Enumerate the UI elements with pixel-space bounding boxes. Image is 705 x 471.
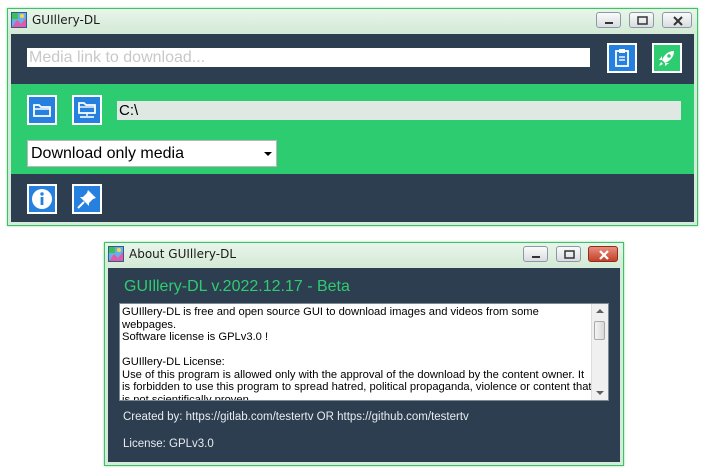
- about-titlebar[interactable]: About GUIllery-DL: [105, 243, 623, 267]
- folder-network-icon: [78, 102, 96, 118]
- url-input[interactable]: [27, 48, 590, 67]
- clipboard-icon: [615, 49, 629, 67]
- about-content: GUIllery-DL v.2022.12.17 - Beta GUIllery…: [108, 268, 620, 462]
- pin-button[interactable]: [72, 184, 102, 214]
- options-panel: C:\ Download only media: [11, 84, 694, 174]
- info-button[interactable]: [27, 184, 57, 214]
- about-minimize-button[interactable]: [523, 246, 548, 262]
- about-window: About GUIllery-DL GUIllery-DL v.2022.12.…: [104, 242, 624, 466]
- paste-button[interactable]: [607, 43, 637, 73]
- about-heading: GUIllery-DL v.2022.12.17 - Beta: [124, 278, 350, 295]
- url-bar-panel: [11, 34, 694, 84]
- download-path-field[interactable]: C:\: [117, 101, 681, 120]
- main-titlebar[interactable]: GUIllery-DL: [8, 9, 697, 33]
- about-close-button[interactable]: [588, 246, 618, 262]
- download-mode-value: Download only media: [31, 145, 184, 162]
- close-icon: [599, 250, 609, 260]
- app-icon: [11, 12, 27, 28]
- close-button[interactable]: [662, 12, 692, 28]
- maximize-button[interactable]: [629, 12, 654, 28]
- folder-open-icon: [33, 104, 51, 117]
- download-button[interactable]: [652, 43, 682, 73]
- about-textbox[interactable]: GUIllery-DL is free and open source GUI …: [119, 303, 609, 401]
- scroll-thumb[interactable]: [594, 321, 605, 340]
- minimize-button[interactable]: [596, 12, 621, 28]
- about-maximize-button[interactable]: [556, 246, 581, 262]
- scroll-down-icon[interactable]: [596, 391, 604, 395]
- scroll-up-icon[interactable]: [596, 309, 604, 313]
- download-mode-select[interactable]: Download only media: [27, 140, 277, 167]
- choose-folder-button[interactable]: [72, 95, 102, 125]
- app-icon: [108, 246, 124, 262]
- open-folder-button[interactable]: [27, 95, 57, 125]
- about-text: GUIllery-DL is free and open source GUI …: [122, 306, 592, 401]
- about-window-title: About GUIllery-DL: [129, 247, 237, 261]
- main-window: GUIllery-DL Media link to download... C:…: [7, 8, 698, 226]
- license-text: License: GPLv3.0: [123, 438, 214, 450]
- about-scrollbar[interactable]: [591, 304, 608, 400]
- pin-icon: [77, 190, 96, 209]
- window-title: GUIllery-DL: [32, 13, 100, 27]
- chevron-down-icon: [264, 152, 272, 156]
- created-by-text: Created by: https://gitlab.com/testertv …: [123, 411, 469, 423]
- rocket-icon: [659, 51, 674, 66]
- info-icon: [32, 189, 52, 209]
- bottom-toolbar: [11, 174, 694, 222]
